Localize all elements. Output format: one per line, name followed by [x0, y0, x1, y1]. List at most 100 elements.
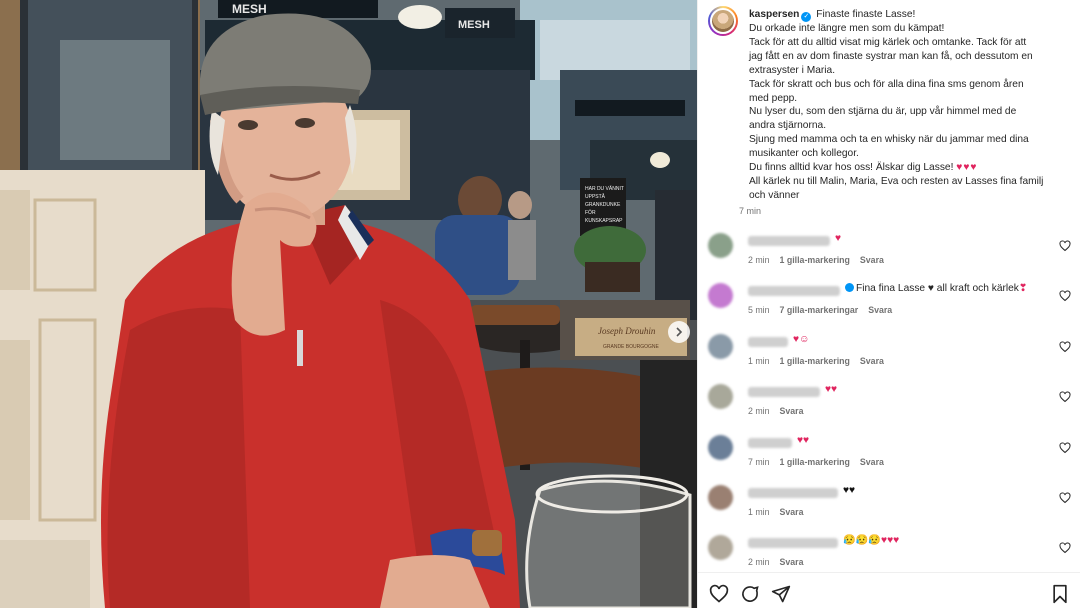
reply-button[interactable]: Svara [860, 457, 884, 467]
author-avatar[interactable] [708, 6, 738, 36]
comment-row: ♥ 2 min 1 gilla-markering Svara [708, 228, 1073, 276]
comment-row: Fina fina Lasse ♥ all kraft och kärlek❣ 5… [708, 278, 1073, 326]
reply-button[interactable]: Svara [860, 356, 884, 366]
caption-line-2: Tack för att du alltid visat mig kärlek … [749, 36, 1027, 48]
comment-body: ♥♥ [843, 484, 855, 498]
reply-button[interactable]: Svara [860, 255, 884, 265]
post-photo[interactable]: MESH MESH HAR DU VÄNNIT UPPSTÅ GRANKDUNK… [0, 0, 697, 608]
comment-row: ♥♥ 1 min Svara [708, 480, 1073, 528]
comment-meta: 2 min 1 gilla-markering Svara [748, 255, 894, 265]
author-username[interactable]: kaspersen [749, 9, 799, 20]
comment-likes[interactable]: 1 gilla-markering [780, 255, 850, 265]
reply-button[interactable]: Svara [780, 406, 804, 416]
comment-icon[interactable] [740, 584, 760, 604]
comment-time: 1 min [748, 507, 770, 517]
comment-time: 5 min [748, 305, 770, 316]
comment-avatar[interactable] [708, 384, 733, 410]
reply-button[interactable]: Svara [868, 305, 892, 315]
comment-meta: 2 min Svara [748, 557, 813, 567]
caption-line-1: Du orkade inte längre men som du kämpat! [749, 23, 945, 34]
comment-likes[interactable]: 1 gilla-markering [780, 356, 850, 366]
heart-icon[interactable] [1059, 542, 1071, 554]
caption-end-line-1: och vänner [749, 189, 800, 201]
chalkboard-line-1: HAR DU VÄNNIT [585, 185, 624, 192]
chalkboard-line-2: UPPSTÅ [585, 193, 606, 200]
comment-time: 1 min [748, 355, 770, 366]
bookmark-icon[interactable] [1050, 584, 1070, 604]
heart-icon[interactable] [1059, 492, 1071, 504]
comment-avatar[interactable] [708, 434, 733, 460]
chevron-right-icon [676, 327, 683, 337]
comment-meta: 1 min Svara [748, 507, 813, 517]
caption-line-5: Tack för skratt och bus och för alla din… [749, 78, 1024, 90]
comment-username-blurred[interactable] [748, 437, 792, 448]
comment-username-blurred[interactable] [748, 236, 830, 246]
heart-icon[interactable] [1059, 341, 1071, 353]
caption-line-10: musikanter och kollegor. [749, 148, 859, 160]
wine-box-brand: Joseph Drouhin [598, 326, 656, 336]
comment-likes[interactable]: 7 gilla-markeringar [780, 305, 859, 315]
caption-line-4: extrasyster i Maria. [749, 64, 836, 76]
comment-text: Fina fina Lasse ♥ all kraft och kärlek [856, 283, 1019, 295]
comment-body: ♥♥ [797, 434, 809, 448]
comment-username-blurred[interactable] [748, 336, 788, 347]
post-panel: kaspersen ✓ Finaste finaste Lasse! Du ork… [697, 0, 1080, 608]
photo-illustration: MESH MESH HAR DU VÄNNIT UPPSTÅ GRANKDUNK… [0, 0, 697, 608]
comment-row: ♥☺ 1 min 1 gilla-markering Svara [708, 329, 1073, 377]
comment-username-blurred[interactable] [748, 387, 820, 398]
comment-row: ♥♥ 2 min Svara [708, 379, 1073, 427]
comment-username-blurred[interactable] [748, 488, 838, 498]
comment-avatar[interactable] [708, 233, 733, 258]
comment-avatar[interactable] [708, 485, 733, 510]
comment-body: ♥ [835, 232, 841, 246]
comment-time: 2 min [748, 406, 770, 417]
caption-line-0: Finaste finaste Lasse! [816, 9, 916, 20]
comment-username-blurred[interactable] [748, 538, 838, 549]
chalkboard-line-5: KUNSKAPSRAP [585, 218, 623, 224]
caption-line-7: Nu lyser du, som den stjärna du är, upp … [749, 106, 1017, 118]
comment-avatar[interactable] [708, 333, 733, 359]
chalkboard-line-3: GRANKDUNKE [585, 202, 621, 208]
sign-mesh-top: MESH [232, 2, 267, 16]
comment-meta: 7 min 1 gilla-markering Svara [748, 457, 894, 467]
comment-avatar[interactable] [708, 535, 733, 561]
sign-mesh-right: MESH [458, 19, 490, 31]
reply-button[interactable]: Svara [780, 557, 804, 567]
verified-icon [845, 283, 854, 293]
comment-body: 😥😥😥♥♥♥ [843, 534, 899, 548]
comment-text: ♥♥ [797, 434, 810, 446]
comment-likes[interactable]: 1 gilla-markering [780, 457, 850, 467]
heart-icon[interactable] [1059, 391, 1071, 403]
comment-time: 2 min [748, 557, 770, 568]
comment-text: ♥☺ [793, 333, 810, 345]
post-time: 7 min [739, 206, 762, 216]
comment-username-blurred[interactable] [748, 286, 840, 297]
action-bar [698, 572, 1080, 608]
heart-icon[interactable] [709, 584, 729, 604]
comment-text: ♥♥ [843, 485, 856, 496]
comment-body: ♥♥ [825, 383, 837, 397]
wine-box-sub: GRANDE BOURGOGNE [603, 344, 660, 350]
share-icon[interactable] [771, 584, 791, 604]
comment-text: 😥😥😥♥♥♥ [843, 535, 900, 547]
chalkboard-line-4: FÖR [585, 209, 596, 216]
caption-line-8: andra stjärnorna. [749, 120, 827, 132]
comment-text: ♥♥ [825, 384, 838, 396]
reply-button[interactable]: Svara [780, 507, 804, 517]
caption-end-line-0: All kärlek nu till Malin, Maria, Eva och… [749, 175, 1044, 187]
comment-avatar[interactable] [708, 283, 733, 309]
comment-row: ♥♥ 7 min 1 gilla-markering Svara [708, 430, 1073, 478]
comment-emoji: ❣ [1018, 283, 1028, 295]
heart-icon[interactable] [1059, 290, 1071, 302]
caption-line-love: Du finns alltid kvar hos oss! Älskar dig… [749, 161, 1069, 175]
post-caption: kaspersen ✓ Finaste finaste Lasse! Du ork… [749, 8, 1069, 203]
comment-time: 7 min [748, 456, 770, 467]
heart-icon[interactable] [1059, 240, 1071, 252]
comment-meta: 5 min 7 gilla-markeringar Svara [748, 305, 902, 315]
verified-icon: ✓ [801, 12, 812, 22]
comment-meta: 2 min Svara [748, 406, 813, 416]
next-image-button[interactable] [668, 321, 690, 343]
comment-text: ♥ [835, 233, 842, 244]
comment-meta: 1 min 1 gilla-markering Svara [748, 356, 894, 366]
heart-icon[interactable] [1059, 442, 1071, 454]
